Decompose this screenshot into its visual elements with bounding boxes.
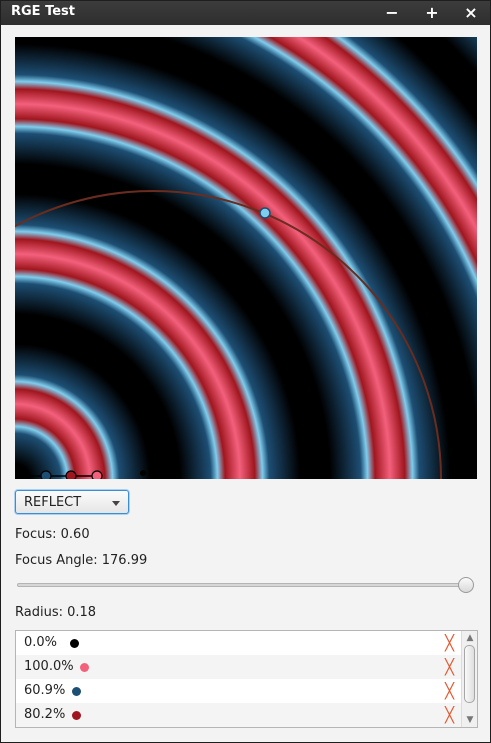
chevron-down-icon — [112, 501, 120, 506]
color-swatch — [72, 687, 81, 696]
scroll-up-icon[interactable]: ▲ — [465, 633, 475, 643]
minimize-button[interactable]: − — [382, 3, 402, 23]
stop-handle-red[interactable] — [65, 470, 77, 479]
title-bar[interactable]: RGE Test − + × — [1, 1, 490, 25]
color-stops-list[interactable]: 0.0% ╳ 100.0% ╳ 60.9% ╳ 80.2% ╳ ▲ ▼ — [15, 630, 478, 728]
cycle-method-value: REFLECT — [24, 495, 82, 510]
stop-percent: 0.0% — [24, 635, 58, 650]
stop-percent: 60.9% — [24, 683, 66, 698]
stop-handle-pink[interactable] — [91, 470, 103, 479]
color-swatch — [72, 711, 81, 720]
list-item[interactable]: 0.0% ╳ — [16, 631, 461, 655]
app-window: RGE Test − + × REFLECT Focus: 0.60 Focus… — [0, 0, 491, 743]
slider-track[interactable] — [17, 583, 471, 587]
focus-angle-label: Focus Angle: 176.99 — [15, 553, 148, 568]
radius-handle[interactable] — [259, 207, 271, 219]
delete-icon[interactable]: ╳ — [445, 706, 454, 724]
focus-point[interactable] — [140, 470, 146, 476]
list-item[interactable]: 100.0% ╳ — [16, 655, 461, 679]
vertical-scrollbar[interactable]: ▲ ▼ — [461, 631, 477, 727]
scroll-down-icon[interactable]: ▼ — [465, 715, 475, 725]
delete-icon[interactable]: ╳ — [445, 658, 454, 676]
list-item[interactable]: 60.9% ╳ — [16, 679, 461, 703]
slider-thumb[interactable] — [458, 577, 474, 593]
focus-label: Focus: 0.60 — [15, 527, 90, 542]
maximize-button[interactable]: + — [422, 3, 442, 23]
focus-angle-slider[interactable] — [15, 575, 475, 595]
cycle-method-dropdown[interactable]: REFLECT — [15, 490, 129, 514]
stop-percent: 100.0% — [24, 659, 74, 674]
list-item[interactable]: 80.2% ╳ — [16, 703, 461, 727]
scrollbar-thumb[interactable] — [464, 645, 475, 703]
close-button[interactable]: × — [461, 3, 481, 23]
window-title: RGE Test — [11, 4, 75, 19]
color-swatch — [80, 663, 89, 672]
color-swatch — [70, 639, 79, 648]
stop-percent: 80.2% — [24, 707, 66, 722]
stop-handle-blue[interactable] — [40, 470, 52, 479]
radius-label: Radius: 0.18 — [15, 605, 97, 620]
delete-icon[interactable]: ╳ — [445, 682, 454, 700]
gradient-fill — [15, 37, 477, 479]
delete-icon[interactable]: ╳ — [445, 634, 454, 652]
gradient-canvas[interactable] — [15, 37, 477, 479]
